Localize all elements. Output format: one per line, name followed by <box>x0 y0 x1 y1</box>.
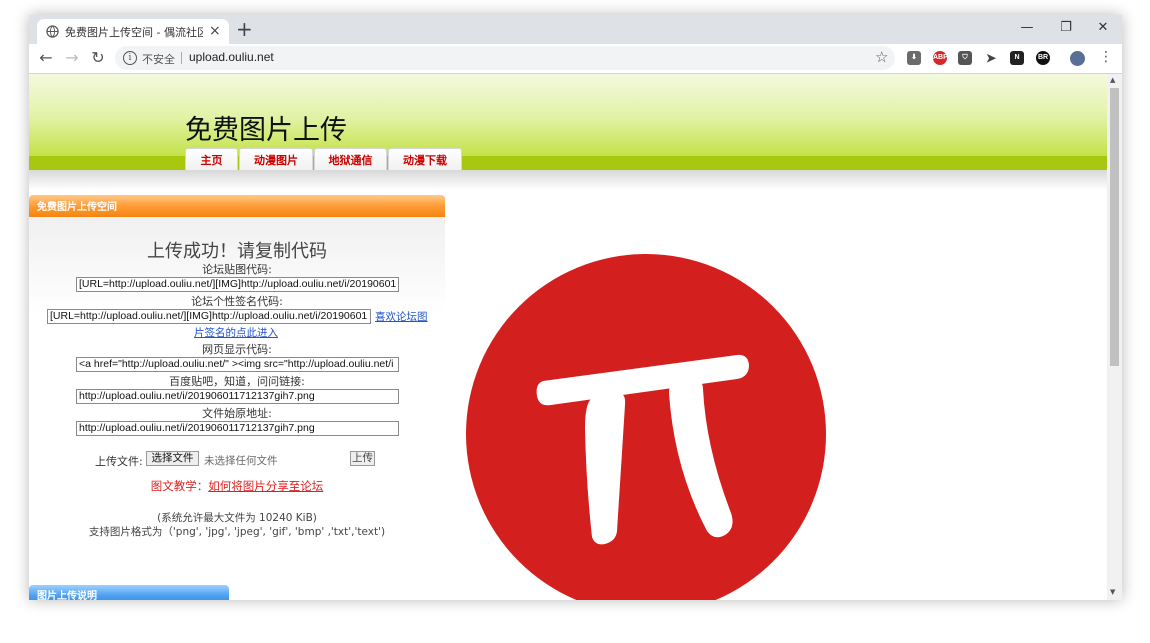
panel-heading: 免费图片上传空间 <box>29 195 445 217</box>
page-scrollbar[interactable]: ▲ ▼ <box>1107 74 1122 600</box>
original-url-field[interactable]: http://upload.ouliu.net/i/20190601171213… <box>76 421 399 436</box>
shield-extension-icon[interactable]: ⛉ <box>958 51 972 65</box>
send-extension-icon[interactable]: ➤ <box>984 51 998 65</box>
back-icon[interactable]: ← <box>37 49 55 67</box>
browser-tab[interactable]: 免费图片上传空间 - 偶流社区免费 × <box>37 19 229 44</box>
minimize-icon[interactable]: — <box>1017 19 1037 37</box>
tab-close-icon[interactable]: × <box>209 23 221 39</box>
size-limit-text: (系统允许最大文件为 10240 KiB) <box>157 512 317 524</box>
scroll-up-icon[interactable]: ▲ <box>1110 76 1115 84</box>
tab-strip: 免费图片上传空间 - 偶流社区免费 × + — ❐ ✕ <box>29 15 1122 44</box>
tab-title: 免费图片上传空间 - 偶流社区免费 <box>65 26 203 39</box>
menu-icon[interactable]: ⋮ <box>1099 49 1113 65</box>
bookmark-star-icon[interactable]: ☆ <box>875 48 888 66</box>
baidu-link-field[interactable]: http://upload.ouliu.net/i/20190601171213… <box>76 389 399 404</box>
adblock-plus-icon[interactable]: ABP <box>933 51 948 65</box>
browser-toolbar: ← → ↻ i 不安全 upload.ouliu.net ☆ ⬇ ABP ⛉ ➤… <box>29 44 1122 74</box>
browser-window: 免费图片上传空间 - 偶流社区免费 × + — ❐ ✕ ← → ↻ i 不安全 … <box>29 15 1122 600</box>
red-circle <box>466 254 826 600</box>
uploaded-image-preview <box>466 254 826 600</box>
baidu-link-label: 百度贴吧，知道，问问链接: <box>169 375 305 388</box>
signature-code-label: 论坛个性签名代码: <box>191 295 283 308</box>
omnibox-divider <box>181 52 182 64</box>
tutorial-prefix: 图文教学： <box>150 479 209 493</box>
nav-tab-anime-images[interactable]: 动漫图片 <box>239 148 313 171</box>
original-url-label: 文件始原地址: <box>202 407 272 420</box>
no-file-chosen-text: 未选择任何文件 <box>204 455 278 467</box>
forum-image-code-label: 论坛贴图代码: <box>202 263 272 276</box>
web-code-label: 网页显示代码: <box>202 343 272 356</box>
signature-link-line2[interactable]: 片签名的点此进入 <box>194 325 278 340</box>
tutorial-line: 图文教学：如何将图片分享至论坛 <box>29 478 445 494</box>
info-icon[interactable]: i <box>123 51 137 65</box>
site-title: 免费图片上传 <box>185 115 347 146</box>
reload-icon[interactable]: ↻ <box>89 49 107 67</box>
address-bar[interactable]: i 不安全 upload.ouliu.net ☆ <box>115 46 895 70</box>
upload-instructions-heading: 图片上传说明 <box>29 585 229 600</box>
tutorial-link[interactable]: 如何将图片分享至论坛 <box>208 479 323 493</box>
signature-link-line1[interactable]: 喜欢论坛图 <box>375 309 428 324</box>
close-window-icon[interactable]: ✕ <box>1093 19 1113 37</box>
globe-icon <box>46 25 59 38</box>
security-label: 不安全 <box>142 53 175 66</box>
maximize-icon[interactable]: ❐ <box>1056 19 1076 37</box>
supported-formats-text: 支持图片格式为（'png', 'jpg', 'jpeg', 'gif', 'bm… <box>88 526 386 538</box>
site-header: 免费图片上传 主页 动漫图片 地狱通信 动漫下载 <box>29 74 1107 171</box>
upload-panel: 免费图片上传空间 上传成功！请复制代码 论坛贴图代码: [URL=http://… <box>29 195 445 600</box>
web-code-field[interactable]: <a href="http://upload.ouliu.net/" ><img… <box>76 357 399 372</box>
choose-file-button[interactable]: 选择文件 <box>146 451 199 466</box>
web-page: 免费图片上传 主页 动漫图片 地狱通信 动漫下载 免费图片上传空间 上传成功！请… <box>29 74 1107 600</box>
nav-tab-home[interactable]: 主页 <box>185 148 238 171</box>
upload-file-label: 上传文件: <box>95 455 143 468</box>
download-icon[interactable]: ⬇ <box>907 51 921 65</box>
scroll-down-icon[interactable]: ▼ <box>1110 588 1115 596</box>
signature-code-field[interactable]: [URL=http://upload.ouliu.net/][IMG]http:… <box>47 309 371 324</box>
success-title: 上传成功！请复制代码 <box>147 241 327 262</box>
br-extension-icon[interactable]: BR <box>1036 51 1050 65</box>
scroll-thumb[interactable] <box>1110 88 1119 366</box>
forum-image-code-field[interactable]: [URL=http://upload.ouliu.net/][IMG]http:… <box>76 277 399 292</box>
header-shadow <box>29 170 1107 190</box>
new-tab-button[interactable]: + <box>236 18 253 40</box>
profile-avatar-icon[interactable] <box>1070 51 1085 66</box>
nav-tab-hell-girl[interactable]: 地狱通信 <box>314 148 387 171</box>
upload-button[interactable]: 上传 <box>350 451 375 466</box>
url-text[interactable]: upload.ouliu.net <box>189 50 274 64</box>
notion-extension-icon[interactable]: N <box>1010 51 1024 65</box>
forward-icon[interactable]: → <box>63 49 81 67</box>
nav-tab-anime-download[interactable]: 动漫下载 <box>388 148 462 171</box>
